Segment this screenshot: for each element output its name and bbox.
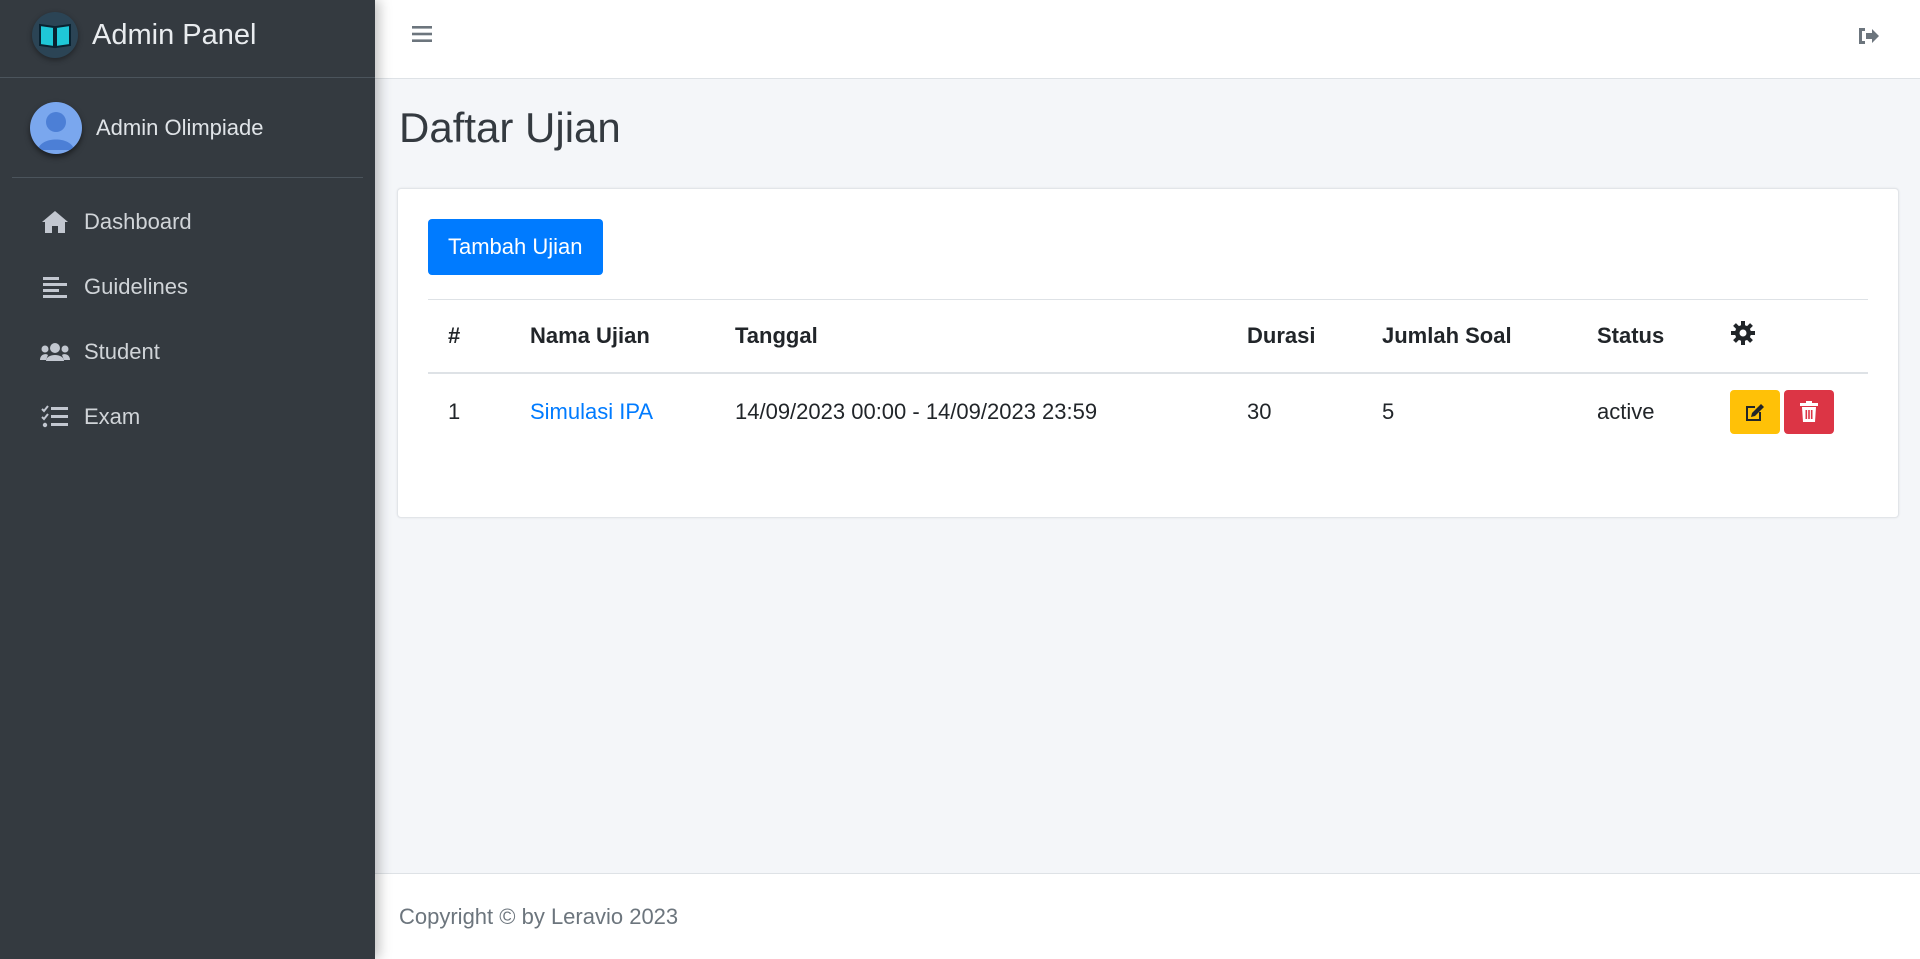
sidebar-item-dashboard[interactable]: Dashboard [12, 194, 363, 250]
home-icon [42, 211, 68, 233]
column-header-questions: Jumlah Soal [1362, 299, 1577, 374]
copyright-text: Copyright © by Leravio 2023 [399, 903, 679, 929]
column-header-date: Tanggal [715, 299, 1227, 374]
exam-table: # Nama Ujian Tanggal Durasi Jumlah Soal … [428, 299, 1868, 450]
exam-list-card: Tambah Ujian # Nama Ujian Tanggal Durasi… [397, 188, 1899, 518]
sidebar: Admin Panel Admin Olimpiade Dashboard Gu… [0, 0, 375, 959]
logout-icon[interactable] [1856, 23, 1884, 51]
cell-questions: 5 [1362, 372, 1577, 450]
main-content: Daftar Ujian Tambah Ujian # Nama Ujian T… [375, 79, 1920, 518]
sidebar-item-label: Exam [84, 404, 141, 429]
cell-status: active [1577, 372, 1710, 450]
table-row: 1 Simulasi IPA 14/09/2023 00:00 - 14/09/… [428, 372, 1868, 450]
column-header-status: Status [1577, 299, 1710, 374]
add-exam-button[interactable]: Tambah Ujian [428, 219, 603, 275]
column-header-actions [1710, 299, 1868, 374]
edit-button[interactable] [1730, 390, 1780, 434]
tasks-icon [41, 405, 68, 428]
sidebar-item-student[interactable]: Student [12, 324, 363, 380]
trash-icon [1800, 401, 1818, 422]
sidebar-nav: Dashboard Guidelines Student Exam [0, 178, 375, 445]
brand-link[interactable]: Admin Panel [0, 0, 375, 78]
cell-name: Simulasi IPA [510, 372, 715, 450]
gear-icon [1731, 321, 1755, 345]
cell-duration: 30 [1227, 372, 1362, 450]
brand-title: Admin Panel [92, 19, 257, 51]
sidebar-item-label: Guidelines [84, 274, 188, 299]
user-name: Admin Olimpiade [96, 114, 264, 140]
sidebar-item-label: Dashboard [84, 209, 192, 234]
avatar [30, 101, 82, 154]
sidebar-item-label: Student [84, 339, 160, 364]
edit-icon [1746, 404, 1764, 421]
column-header-name: Nama Ujian [510, 299, 715, 374]
page-title: Daftar Ujian [399, 104, 621, 151]
cell-actions [1710, 372, 1868, 450]
cell-number: 1 [428, 372, 510, 450]
exam-name-link[interactable]: Simulasi IPA [530, 399, 653, 424]
cell-date: 14/09/2023 00:00 - 14/09/2023 23:59 [715, 372, 1227, 450]
sidebar-item-guidelines[interactable]: Guidelines [12, 259, 363, 315]
user-panel[interactable]: Admin Olimpiade [12, 78, 363, 178]
topbar [375, 0, 1920, 79]
table-header-row: # Nama Ujian Tanggal Durasi Jumlah Soal … [428, 299, 1868, 374]
column-header-number: # [428, 299, 510, 374]
book-logo-icon [32, 11, 78, 58]
footer: Copyright © by Leravio 2023 [375, 873, 1920, 959]
users-icon [40, 343, 70, 361]
column-header-duration: Durasi [1227, 299, 1362, 374]
delete-button[interactable] [1784, 390, 1834, 434]
sidebar-item-exam[interactable]: Exam [12, 389, 363, 445]
align-left-icon [43, 277, 67, 298]
menu-toggle-icon[interactable] [410, 22, 440, 52]
